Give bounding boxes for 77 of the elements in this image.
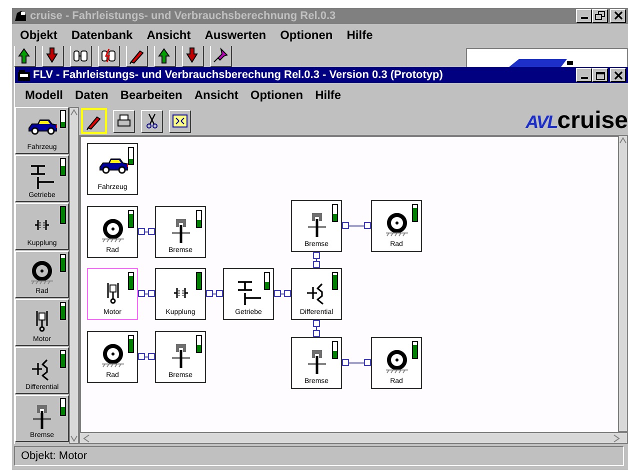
scroll-up-icon[interactable] (70, 108, 78, 118)
tool-button[interactable] (81, 108, 107, 134)
window-title: cruise - Fahrleistungs- und Verbrauchsberechnung Rel.0.3 (30, 10, 336, 22)
toolbar-button[interactable] (98, 46, 120, 68)
toolbar-button[interactable] (126, 46, 148, 68)
scroll-up-icon[interactable] (619, 136, 627, 146)
connector (342, 222, 371, 230)
scroll-down-icon[interactable] (70, 434, 78, 444)
level-meter (128, 335, 134, 354)
connector (206, 290, 223, 298)
level-meter (60, 254, 66, 272)
toolbar-button[interactable] (42, 46, 64, 68)
menu-item[interactable]: Bearbeiten (120, 88, 182, 102)
level-meter (264, 272, 270, 290)
minimize-button[interactable] (576, 68, 592, 82)
level-meter (332, 272, 338, 290)
scrollbar[interactable] (79, 432, 628, 444)
level-meter (196, 335, 202, 354)
scroll-left-icon[interactable] (82, 434, 90, 443)
minimize-icon (580, 76, 588, 79)
connector (342, 359, 371, 366)
close-icon (612, 70, 624, 81)
level-meter (196, 210, 202, 228)
connector (138, 290, 155, 298)
toolbar-button[interactable] (154, 46, 176, 68)
connector (313, 252, 320, 268)
maximize-icon (594, 70, 606, 81)
logo-mark: AVL (526, 112, 558, 134)
level-meter (412, 204, 418, 222)
menu-item[interactable]: Optionen (280, 28, 333, 42)
connector (138, 228, 155, 236)
level-meter (60, 110, 66, 128)
level-meter (412, 341, 418, 360)
menu-item[interactable]: Auswerten (204, 28, 266, 42)
close-button[interactable] (610, 68, 626, 82)
menu-item[interactable]: Datenbank (71, 28, 133, 42)
menu-item[interactable]: Ansicht (146, 28, 191, 42)
menu-item[interactable]: Daten (75, 88, 108, 102)
document-icon (17, 68, 31, 82)
connector (138, 353, 155, 360)
document-title: FLV - Fahrleistungs- und Verbrauchsberechung Rel.0.3 - Version 0.3 (Prototyp) (33, 69, 443, 82)
level-meter (128, 272, 134, 290)
connector (313, 320, 320, 338)
level-meter (60, 206, 66, 224)
restore-button[interactable] (592, 8, 608, 23)
scroll-right-icon[interactable] (613, 434, 621, 443)
level-meter (60, 350, 66, 368)
toolbar-button[interactable] (14, 46, 36, 68)
menu-item[interactable]: Hilfe (315, 88, 342, 102)
toolbar-button[interactable] (182, 46, 204, 68)
minimize-icon (580, 17, 588, 20)
menu-item[interactable]: Ansicht (194, 88, 238, 102)
menu-item[interactable]: Optionen (250, 88, 304, 102)
level-meter (332, 204, 338, 222)
level-meter (196, 272, 202, 290)
menu-item[interactable]: Modell (25, 88, 63, 102)
menu-item[interactable]: Hilfe (346, 28, 373, 42)
level-meter (332, 341, 338, 360)
logo-text: cruise (557, 109, 628, 134)
menu-item[interactable]: Objekt (20, 28, 58, 42)
scrollbar[interactable] (618, 135, 628, 432)
level-meter (60, 398, 66, 416)
maximize-button[interactable] (592, 68, 608, 82)
status-text: Objekt: Motor (21, 450, 88, 462)
toolbar-button[interactable] (70, 46, 92, 68)
minimize-button[interactable] (576, 8, 592, 23)
restore-icon (594, 10, 606, 22)
close-icon (612, 10, 624, 22)
level-meter (60, 158, 66, 176)
connector (274, 290, 291, 298)
scrollbar[interactable] (69, 107, 79, 444)
level-meter (60, 302, 66, 320)
toolbar-button[interactable] (210, 46, 232, 68)
close-button[interactable] (610, 8, 626, 23)
app-icon (14, 9, 28, 22)
level-meter (128, 210, 134, 228)
level-meter (128, 147, 134, 166)
